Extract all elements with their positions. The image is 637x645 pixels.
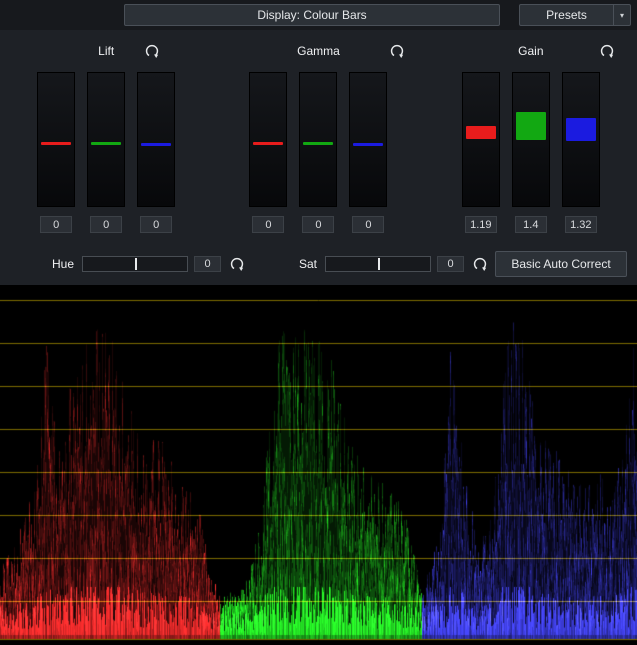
gamma-green-value[interactable]: 0 [302,216,334,233]
lift-header: Lift [0,30,212,72]
lift-red-value[interactable]: 0 [40,216,72,233]
lift-green-slider[interactable] [87,72,125,207]
sat-reset-icon[interactable] [472,256,488,272]
gamma-blue-value[interactable]: 0 [352,216,384,233]
lift-label: Lift [98,44,114,58]
reset-arrow-glyph [145,44,159,58]
lift-group: Lift 0 0 0 [0,30,212,242]
gamma-group: Gamma 0 0 0 [212,30,424,242]
hue-slider[interactable] [82,256,188,272]
gain-blue-slider[interactable] [562,72,600,207]
gain-green-slider[interactable] [512,72,550,207]
gain-green-handle[interactable] [516,112,546,140]
basic-auto-correct-button[interactable]: Basic Auto Correct [495,251,627,277]
gamma-reset-icon[interactable] [389,43,405,59]
gain-values: 1.19 1.4 1.32 [465,216,597,233]
gamma-blue-slider[interactable] [349,72,387,207]
gamma-red-value[interactable]: 0 [252,216,284,233]
gain-label: Gain [518,44,543,58]
colour-correction-panel: Display: Colour Bars Presets ▾ Lift [0,0,637,645]
sat-label: Sat [291,257,317,271]
hue-reset-icon[interactable] [229,256,245,272]
presets-label: Presets [520,5,613,25]
hue-label: Hue [46,257,74,271]
presets-dropdown[interactable]: Presets ▾ [519,4,631,26]
reset-arrow-glyph [230,257,244,271]
reset-arrow-glyph [600,44,614,58]
gamma-values: 0 0 0 [252,216,384,233]
lift-gamma-gain-section: Lift 0 0 0 Gamma [0,30,637,242]
gain-sliders [462,72,600,207]
hue-sat-section: Hue 0 Sat 0 Basic Auto Correct [0,242,637,285]
sat-slider[interactable] [325,256,431,272]
gain-header: Gain [425,30,637,72]
gain-blue-handle[interactable] [566,118,596,141]
lift-values: 0 0 0 [40,216,172,233]
lift-blue-value[interactable]: 0 [140,216,172,233]
toolbar: Display: Colour Bars Presets ▾ [0,0,637,30]
hue-slider-handle[interactable] [135,258,137,270]
gain-group: Gain 1.19 1.4 1.32 [425,30,637,242]
gamma-green-handle[interactable] [303,142,333,145]
display-mode-button[interactable]: Display: Colour Bars [124,4,500,26]
hue-value[interactable]: 0 [194,256,221,272]
gamma-header: Gamma [212,30,424,72]
lift-reset-icon[interactable] [144,43,160,59]
lift-green-value[interactable]: 0 [90,216,122,233]
gain-blue-value[interactable]: 1.32 [565,216,597,233]
lift-red-handle[interactable] [41,142,71,145]
gamma-red-slider[interactable] [249,72,287,207]
gamma-blue-handle[interactable] [353,143,383,146]
lift-blue-handle[interactable] [141,143,171,146]
lift-green-handle[interactable] [91,142,121,145]
gain-green-value[interactable]: 1.4 [515,216,547,233]
gain-red-handle[interactable] [466,126,496,139]
gain-red-value[interactable]: 1.19 [465,216,497,233]
sat-value[interactable]: 0 [437,256,464,272]
lift-sliders [37,72,175,207]
lift-blue-slider[interactable] [137,72,175,207]
reset-arrow-glyph [473,257,487,271]
gamma-sliders [249,72,387,207]
sat-slider-handle[interactable] [378,258,380,270]
lift-red-slider[interactable] [37,72,75,207]
gamma-green-slider[interactable] [299,72,337,207]
rgb-waveform-display [0,285,637,645]
reset-arrow-glyph [390,44,404,58]
chevron-down-icon[interactable]: ▾ [613,5,630,25]
gain-reset-icon[interactable] [599,43,615,59]
gain-red-slider[interactable] [462,72,500,207]
gamma-red-handle[interactable] [253,142,283,145]
gamma-label: Gamma [297,44,340,58]
